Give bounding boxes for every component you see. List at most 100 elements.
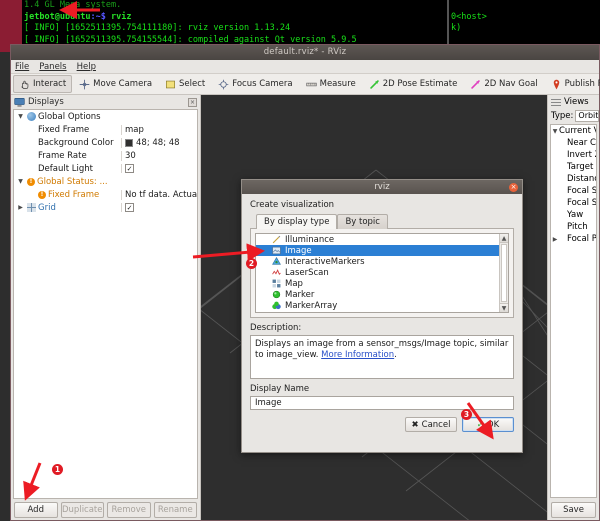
more-information-link[interactable]: More Information — [321, 350, 394, 360]
views-row-label: Pitch — [567, 222, 588, 232]
grid-icon — [27, 203, 36, 212]
terminal-prompt-user: jetbot@ubuntu — [24, 11, 91, 22]
views-panel-title: Views — [564, 97, 589, 107]
menu-help[interactable]: Help — [77, 62, 96, 72]
display-type-list[interactable]: Illuminance Image InteractiveMarkers LaserS… — [255, 233, 509, 313]
display-type-item[interactable]: MarkerArray — [256, 300, 499, 311]
laserscan-icon — [272, 268, 281, 277]
publish-point-icon — [551, 79, 562, 90]
display-type-item[interactable]: InteractiveMarkers — [256, 256, 499, 267]
views-tree[interactable]: ▼Current ViewNear ClipInvert Z Axis Targe… — [550, 124, 597, 498]
menu-file[interactable]: File — [15, 62, 29, 72]
displays-close-icon[interactable]: × — [188, 97, 197, 107]
views-row[interactable]: Near Clip — [551, 137, 596, 149]
views-row-label: Invert Z Axis — [567, 150, 596, 160]
views-row[interactable]: Yaw — [551, 209, 596, 221]
views-save-button[interactable]: Save — [551, 501, 596, 518]
color-swatch[interactable] — [125, 138, 133, 147]
close-icon[interactable]: × — [509, 183, 518, 192]
views-row[interactable]: Pitch — [551, 221, 596, 233]
checkbox[interactable]: ✓ — [125, 164, 134, 173]
tool-focus-camera[interactable]: Focus Camera — [212, 75, 298, 93]
displays-tree[interactable]: ▼ Global Options Fixed Frame map Background … — [13, 109, 198, 499]
ok-button[interactable]: ✓ OK — [462, 417, 514, 432]
tool-measure[interactable]: Measure — [300, 75, 362, 93]
tool-select[interactable]: Select — [159, 75, 211, 93]
chevron-down-icon[interactable]: ▼ — [16, 178, 25, 185]
tab-by-display-type[interactable]: By display type — [256, 214, 338, 229]
views-type-select[interactable]: Orbit (rviz) — [575, 110, 599, 122]
display-type-item[interactable]: LaserScan — [256, 267, 499, 278]
displays-row-value[interactable]: 30 — [121, 150, 197, 161]
views-row[interactable]: Focal Shape Size — [551, 185, 596, 197]
displays-row-label: Fixed Frame — [48, 189, 100, 200]
move-camera-icon — [79, 79, 90, 90]
displays-row[interactable]: Fixed Frame map — [14, 123, 197, 136]
display-type-item[interactable]: Illuminance — [256, 234, 499, 245]
display-type-list-items: Illuminance Image InteractiveMarkers LaserS… — [256, 234, 499, 312]
chevron-down-icon[interactable]: ▼ — [16, 113, 25, 120]
tool-interact[interactable]: Interact — [13, 75, 73, 93]
measure-icon — [305, 79, 317, 90]
displays-row[interactable]: ▶ Grid ✓ — [14, 201, 197, 214]
views-row-label: Yaw — [567, 210, 584, 220]
display-type-item[interactable]: Odometry — [256, 311, 499, 313]
chevron-right-icon[interactable]: ▶ — [16, 204, 25, 211]
views-type-label: Type: — [551, 111, 574, 121]
scroll-thumb[interactable] — [501, 244, 507, 302]
display-type-item[interactable]: Marker — [256, 289, 499, 300]
views-row[interactable]: ▼Current View — [551, 125, 596, 137]
displays-row-label: Grid — [38, 202, 56, 213]
tool-publish-point[interactable]: Publish Point — [545, 75, 600, 93]
views-row[interactable]: Invert Z Axis — [551, 149, 596, 161]
tool-2d-pose-estimate[interactable]: 2D Pose Estimate — [363, 75, 464, 93]
checkbox[interactable]: ✓ — [125, 203, 134, 212]
duplicate-button[interactable]: Duplicate — [60, 501, 104, 518]
display-type-item-label: Odometry — [285, 312, 328, 313]
displays-row-value[interactable]: map — [121, 124, 197, 135]
add-button[interactable]: Add — [14, 501, 58, 518]
display-type-item[interactable]: Map — [256, 278, 499, 289]
displays-row[interactable]: Frame Rate 30 — [14, 149, 197, 162]
tab-by-topic[interactable]: By topic — [337, 214, 388, 229]
displays-row-name: ▼! Global Status: ... — [14, 177, 121, 187]
scroll-up-icon[interactable]: ▲ — [500, 234, 508, 243]
value-text: map — [125, 124, 144, 135]
displays-row[interactable]: !Fixed Frame No tf data. Actual err... — [14, 188, 197, 201]
displays-row-value[interactable]: 48; 48; 48 — [121, 137, 197, 148]
views-row[interactable]: Focal Shape Fixed — [551, 197, 596, 209]
select-icon — [165, 79, 176, 90]
chevron-right-icon[interactable]: ▶ — [551, 236, 559, 243]
display-type-item-label: Map — [285, 278, 303, 289]
displays-row-value[interactable]: ✓ — [121, 203, 197, 212]
rviz-titlebar[interactable]: default.rviz* - RViz — [11, 45, 599, 60]
display-type-item[interactable]: Image — [256, 245, 499, 256]
views-row-label: Target Frame — [567, 162, 596, 172]
displays-row[interactable]: ▼! Global Status: ... — [14, 175, 197, 188]
chevron-down-icon[interactable]: ▼ — [551, 128, 559, 135]
tool-2d-nav-goal[interactable]: 2D Nav Goal — [464, 75, 543, 93]
rename-button[interactable]: Rename — [153, 501, 197, 518]
views-row[interactable]: Distance — [551, 173, 596, 185]
tool-measure-label: Measure — [319, 79, 356, 89]
map-icon — [272, 279, 281, 288]
remove-button[interactable]: Remove — [107, 501, 151, 518]
dialog-titlebar[interactable]: rviz × — [242, 180, 522, 194]
menu-panels-label: Panels — [39, 61, 67, 72]
cancel-button[interactable]: ✖ Cancel — [405, 417, 457, 432]
displays-row[interactable]: Default Light ✓ — [14, 162, 197, 175]
display-name-input[interactable]: Image — [250, 396, 514, 410]
displays-row[interactable]: ▼ Global Options — [14, 110, 197, 123]
scroll-down-icon[interactable]: ▼ — [500, 303, 508, 312]
display-type-scrollbar[interactable]: ▲ ▼ — [499, 234, 508, 312]
views-row[interactable]: ▶ Focal Point — [551, 233, 596, 245]
views-row[interactable]: Target Frame — [551, 161, 596, 173]
terminal-right-line-1: k) — [451, 23, 462, 33]
dialog-tabs: By display type By topic — [256, 214, 514, 229]
displays-row-value[interactable]: No tf data. Actual err... — [121, 189, 197, 200]
displays-row-value[interactable]: ✓ — [121, 164, 197, 173]
tool-move-camera[interactable]: Move Camera — [73, 75, 158, 93]
menu-panels[interactable]: Panels — [39, 62, 66, 72]
views-buttons: Save — [548, 499, 599, 520]
displays-row[interactable]: Background Color 48; 48; 48 — [14, 136, 197, 149]
